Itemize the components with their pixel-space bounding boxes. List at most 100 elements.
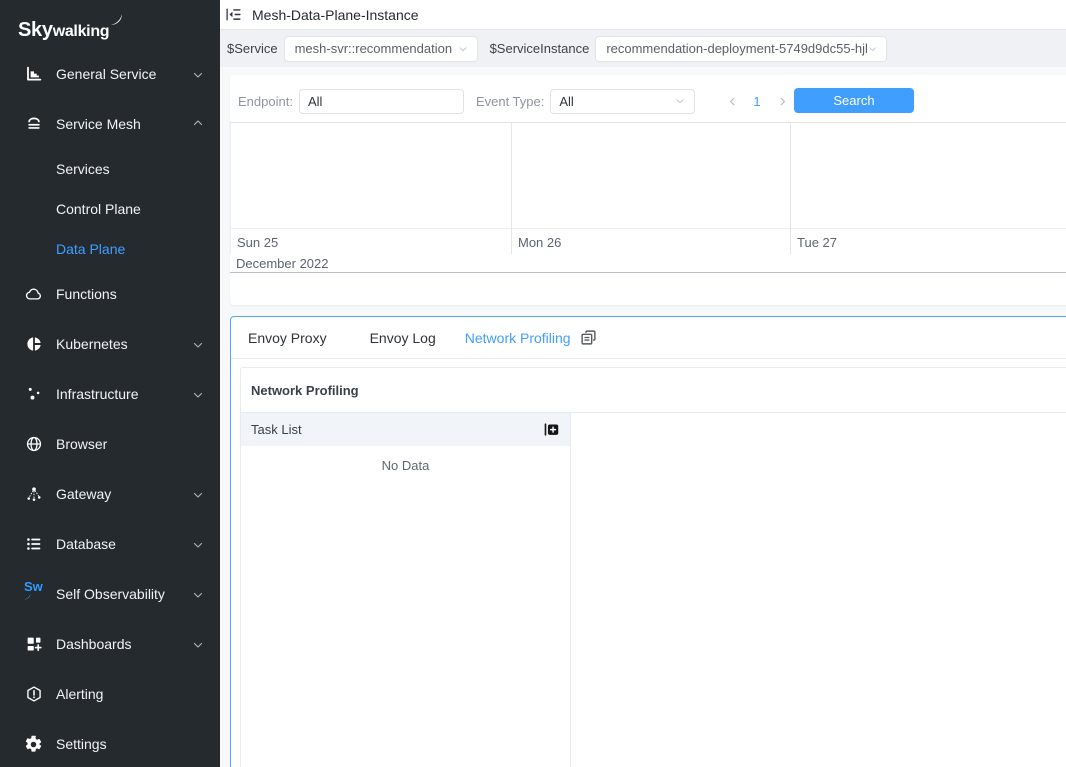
pagination: 1 bbox=[722, 88, 792, 114]
sidebar-item-alerting[interactable]: Alerting bbox=[0, 669, 220, 719]
chevron-down-icon bbox=[674, 95, 686, 107]
page-number[interactable]: 1 bbox=[742, 94, 772, 109]
sidebar-item-general-service[interactable]: General Service bbox=[0, 49, 220, 99]
timeline-day-column: Mon 26 bbox=[512, 123, 791, 254]
timeline-day-label: Tue 27 bbox=[791, 229, 1066, 250]
widget-body: Task List No Data bbox=[241, 413, 1066, 767]
chevron-down-icon[interactable] bbox=[192, 538, 204, 550]
globe-icon bbox=[24, 435, 43, 454]
timeline-day-label: Sun 25 bbox=[231, 229, 511, 250]
timeline-cell[interactable] bbox=[791, 123, 1066, 229]
chevron-down-icon[interactable] bbox=[192, 638, 204, 650]
cloud-icon bbox=[24, 285, 43, 304]
selector-bar: $Service mesh-svr::recommendation $Servi… bbox=[220, 30, 1066, 67]
sidebar-item-infrastructure[interactable]: Infrastructure bbox=[0, 369, 220, 419]
chevron-up-icon[interactable] bbox=[192, 118, 204, 130]
prev-page-icon[interactable] bbox=[722, 88, 742, 114]
sidebar-item-browser[interactable]: Browser bbox=[0, 419, 220, 469]
timeline-day-column: Sun 25 bbox=[231, 123, 512, 254]
timeline-day-column: Tue 27 bbox=[791, 123, 1066, 254]
tab-envoy-proxy[interactable]: Envoy Proxy bbox=[248, 330, 327, 346]
task-list-panel: Task List No Data bbox=[241, 413, 571, 767]
events-filter-row: Endpoint: Event Type: All 1 Search bbox=[238, 88, 1066, 114]
sidebar-item-database[interactable]: Database bbox=[0, 519, 220, 569]
logo-text-sky: Sky bbox=[18, 19, 53, 41]
fold-menu-icon[interactable] bbox=[225, 6, 242, 23]
tab-envoy-log[interactable]: Envoy Log bbox=[370, 330, 436, 346]
sidebar-item-label: Dashboards bbox=[56, 636, 132, 652]
sidebar-item-label: Alerting bbox=[56, 686, 103, 702]
logo-text-walking: walking bbox=[53, 23, 110, 40]
sw-logo-icon: Sw bbox=[24, 585, 43, 604]
timeline-columns: Sun 25 Mon 26 Tue 27 bbox=[230, 123, 1066, 254]
sidebar: Skywalking General Service Service Mesh … bbox=[0, 0, 220, 767]
next-page-icon[interactable] bbox=[772, 88, 792, 114]
search-button[interactable]: Search bbox=[794, 88, 914, 113]
network-icon bbox=[24, 485, 43, 504]
sidebar-item-label: Functions bbox=[56, 286, 117, 302]
event-type-select[interactable]: All bbox=[550, 89, 695, 114]
sidebar-item-functions[interactable]: Functions bbox=[0, 269, 220, 319]
network-profiling-widget: Network Profiling Task List No Data bbox=[240, 367, 1066, 767]
endpoint-input[interactable] bbox=[299, 89, 464, 114]
page-title: Mesh-Data-Plane-Instance bbox=[252, 7, 419, 23]
sidebar-item-kubernetes[interactable]: Kubernetes bbox=[0, 319, 220, 369]
task-list-title: Task List bbox=[251, 422, 543, 437]
sidebar-item-label: Services bbox=[56, 161, 110, 177]
sidebar-item-label: Self Observability bbox=[56, 586, 165, 602]
sidebar-item-self-observability[interactable]: Sw Self Observability bbox=[0, 569, 220, 619]
sidebar-item-gateway[interactable]: Gateway bbox=[0, 469, 220, 519]
service-label: $Service bbox=[227, 41, 278, 56]
timeline-cell[interactable] bbox=[512, 123, 790, 229]
gear-icon bbox=[24, 735, 43, 754]
tab-bar: Envoy Proxy Envoy Log Network Profiling bbox=[231, 317, 1066, 359]
page-header: Mesh-Data-Plane-Instance bbox=[220, 0, 1066, 30]
chevron-down-icon[interactable] bbox=[192, 338, 204, 350]
list-icon bbox=[24, 535, 43, 554]
sidebar-item-label: Control Plane bbox=[56, 201, 141, 217]
sidebar-item-label: General Service bbox=[56, 66, 156, 82]
kubernetes-icon bbox=[24, 335, 43, 354]
sidebar-item-service-mesh[interactable]: Service Mesh bbox=[0, 99, 220, 149]
chevron-down-icon[interactable] bbox=[192, 588, 204, 600]
sidebar-item-label: Data Plane bbox=[56, 241, 125, 257]
chevron-down-icon[interactable] bbox=[192, 388, 204, 400]
sidebar-item-label: Infrastructure bbox=[56, 386, 138, 402]
sidebar-menu: General Service Service Mesh Services Co… bbox=[0, 49, 220, 767]
widget-title: Network Profiling bbox=[241, 368, 1066, 413]
sidebar-item-label: Service Mesh bbox=[56, 116, 141, 132]
sidebar-item-label: Settings bbox=[56, 736, 107, 752]
layers-icon bbox=[24, 115, 43, 134]
sidebar-item-settings[interactable]: Settings bbox=[0, 719, 220, 767]
sidebar-item-control-plane[interactable]: Control Plane bbox=[0, 189, 220, 229]
service-instance-select[interactable]: recommendation-deployment-5749d9dc55-hjl… bbox=[595, 36, 887, 62]
task-list-toolbar: Task List bbox=[241, 413, 570, 446]
sidebar-item-dashboards[interactable]: Dashboards bbox=[0, 619, 220, 669]
grid-plus-icon bbox=[24, 635, 43, 654]
skywalking-logo[interactable]: Skywalking bbox=[0, 0, 220, 49]
copy-icon[interactable] bbox=[580, 329, 598, 347]
dots-icon bbox=[24, 385, 43, 404]
no-data-text: No Data bbox=[241, 458, 570, 473]
logo-crescent-icon bbox=[110, 13, 123, 26]
endpoint-label: Endpoint: bbox=[238, 94, 293, 109]
timeline-cell[interactable] bbox=[231, 123, 511, 229]
hexagon-alert-icon bbox=[24, 685, 43, 704]
timeline-day-label: Mon 26 bbox=[512, 229, 790, 250]
instance-tab-panel: Envoy Proxy Envoy Log Network Profiling … bbox=[230, 316, 1066, 767]
sidebar-item-data-plane[interactable]: Data Plane bbox=[0, 229, 220, 269]
chart-icon bbox=[24, 65, 43, 84]
sidebar-item-label: Kubernetes bbox=[56, 336, 128, 352]
main-content: Mesh-Data-Plane-Instance $Service mesh-s… bbox=[220, 0, 1066, 767]
events-timeline: Sun 25 Mon 26 Tue 27 December 2022 bbox=[230, 122, 1066, 273]
sidebar-item-label: Browser bbox=[56, 436, 107, 452]
service-select[interactable]: mesh-svr::recommendation bbox=[284, 36, 478, 62]
chevron-down-icon[interactable] bbox=[192, 488, 204, 500]
sidebar-item-label: Database bbox=[56, 536, 116, 552]
add-task-icon[interactable] bbox=[543, 421, 561, 439]
sidebar-item-services[interactable]: Services bbox=[0, 149, 220, 189]
chevron-down-icon bbox=[867, 43, 878, 55]
service-instance-label: $ServiceInstance bbox=[490, 41, 590, 56]
tab-network-profiling[interactable]: Network Profiling bbox=[465, 330, 571, 346]
chevron-down-icon[interactable] bbox=[192, 68, 204, 80]
